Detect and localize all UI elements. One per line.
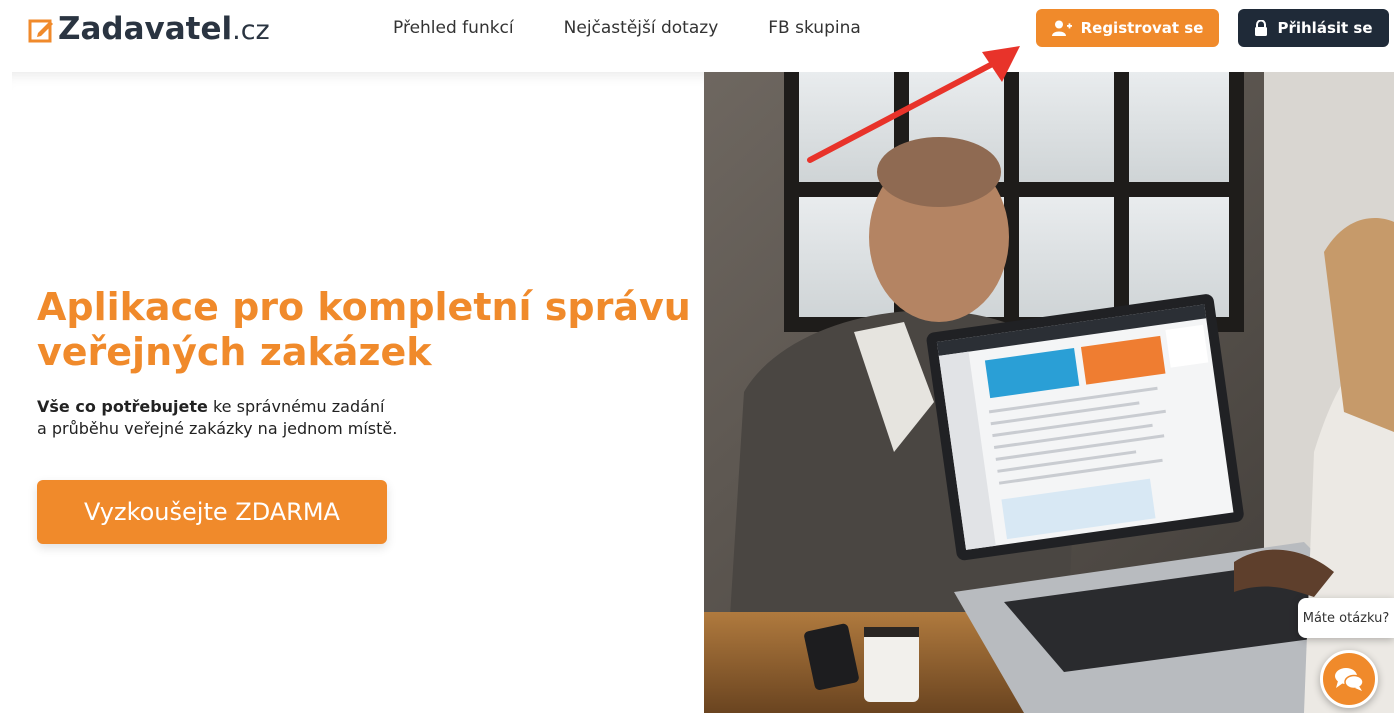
register-button[interactable]: Registrovat se: [1036, 9, 1219, 47]
site-header: Zadavatel .cz Přehled funkcí Nejčastější…: [0, 0, 1394, 72]
chat-bubbles-icon: [1335, 668, 1364, 691]
logo-name: Zadavatel: [58, 11, 233, 47]
lock-icon: [1255, 20, 1268, 36]
logo-edit-icon: [28, 19, 53, 43]
nav-item-fb-group[interactable]: FB skupina: [768, 17, 861, 39]
chat-prompt[interactable]: Máte otázku?: [1298, 598, 1394, 638]
login-label: Přihlásit se: [1277, 19, 1373, 37]
register-label: Registrovat se: [1080, 19, 1204, 37]
hero-title: Aplikace pro kompletní správu veřejných …: [37, 285, 691, 374]
hero-subtitle-rest: ke správnému zadání: [207, 397, 385, 416]
hero-subtitle-bold: Vše co potřebujete: [37, 397, 208, 416]
hero-subtitle: Vše co potřebujete ke správnému zadání a…: [37, 396, 397, 440]
try-free-button[interactable]: Vyzkoušejte ZDARMA: [37, 480, 387, 544]
login-button[interactable]: Přihlásit se: [1238, 9, 1389, 47]
logo-tld: .cz: [232, 15, 270, 46]
hero-text-panel: [12, 72, 704, 713]
nav-item-features[interactable]: Přehled funkcí: [393, 17, 514, 39]
user-plus-icon: [1051, 20, 1072, 36]
chat-button[interactable]: [1320, 650, 1378, 708]
annotation-arrow-icon: [807, 46, 1020, 163]
logo[interactable]: Zadavatel .cz: [28, 11, 270, 47]
hero-subtitle-line2: a průběhu veřejné zakázky na jednom míst…: [37, 419, 398, 438]
nav-item-faq[interactable]: Nejčastější dotazy: [564, 17, 719, 39]
main-nav: Přehled funkcí Nejčastější dotazy FB sku…: [393, 17, 911, 39]
